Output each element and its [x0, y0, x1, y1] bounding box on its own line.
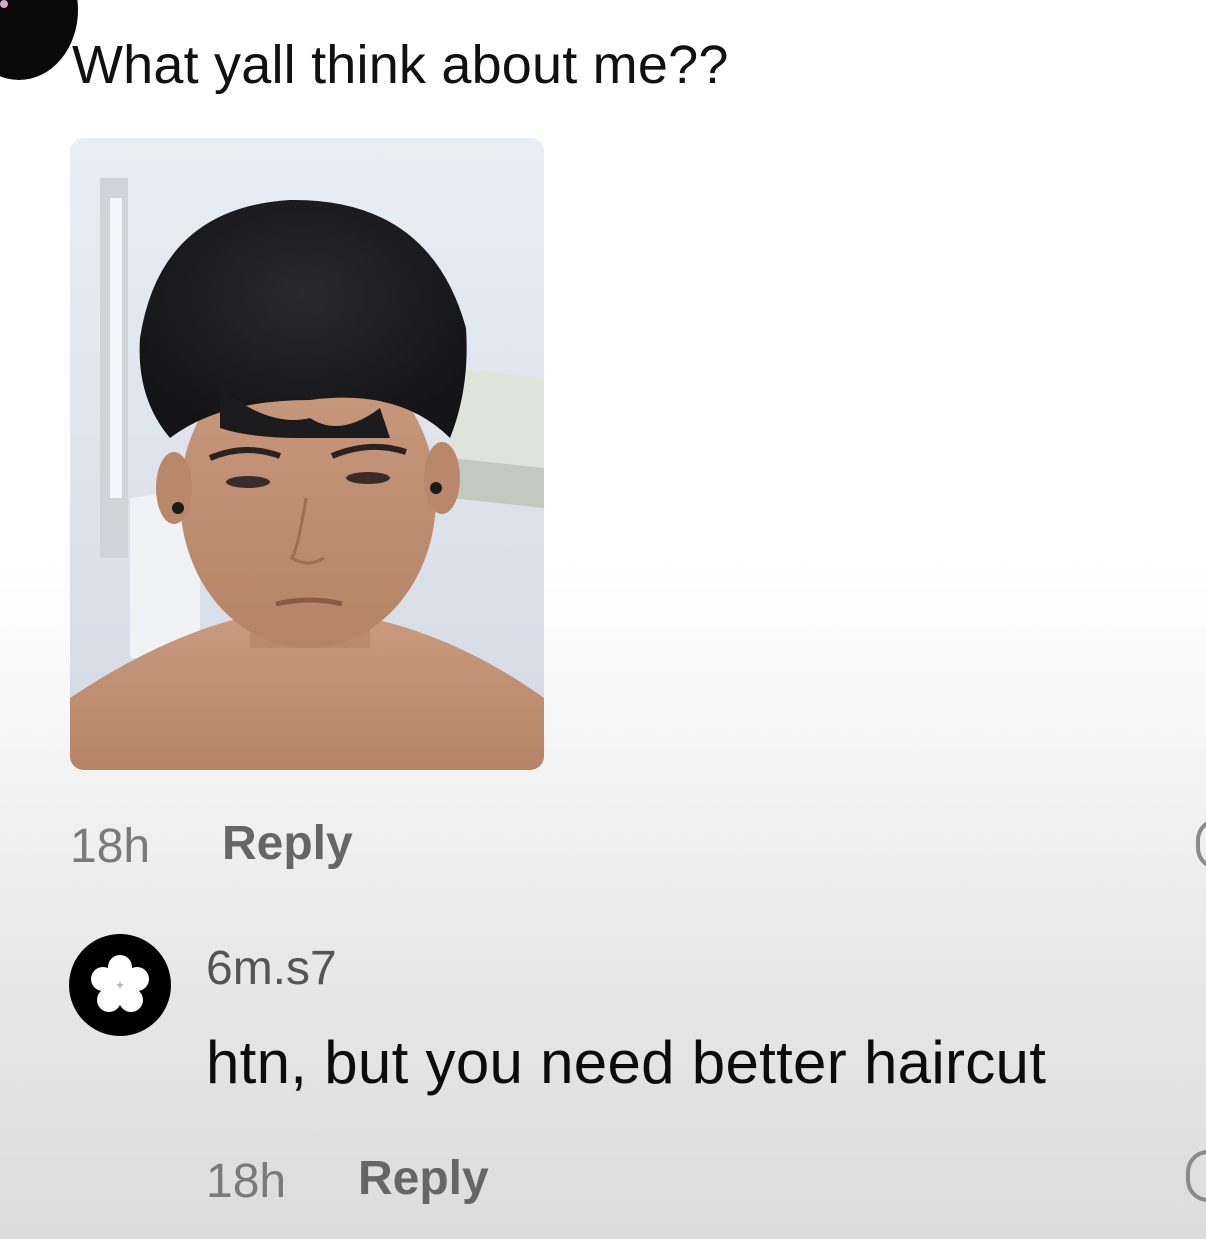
post-photo[interactable]	[70, 138, 544, 770]
like-icon-reply[interactable]	[1186, 1150, 1206, 1202]
reply-avatar[interactable]	[69, 934, 171, 1036]
reply-username[interactable]: 6m.s7	[206, 945, 337, 993]
flower-icon	[0, 0, 8, 8]
selfie-photo-illustration	[70, 138, 544, 770]
reply-reply-button[interactable]: Reply	[358, 1155, 489, 1203]
flower-icon	[91, 955, 149, 1012]
post-text: What yall think about me??	[72, 35, 729, 95]
reply-text: htn, but you need better haircut	[206, 1029, 1047, 1096]
post-reply-button[interactable]: Reply	[222, 820, 353, 868]
poster-avatar[interactable]	[0, 0, 78, 80]
post-timestamp: 18h	[70, 820, 151, 873]
like-icon[interactable]	[1196, 818, 1206, 870]
reply-timestamp: 18h	[206, 1155, 287, 1208]
